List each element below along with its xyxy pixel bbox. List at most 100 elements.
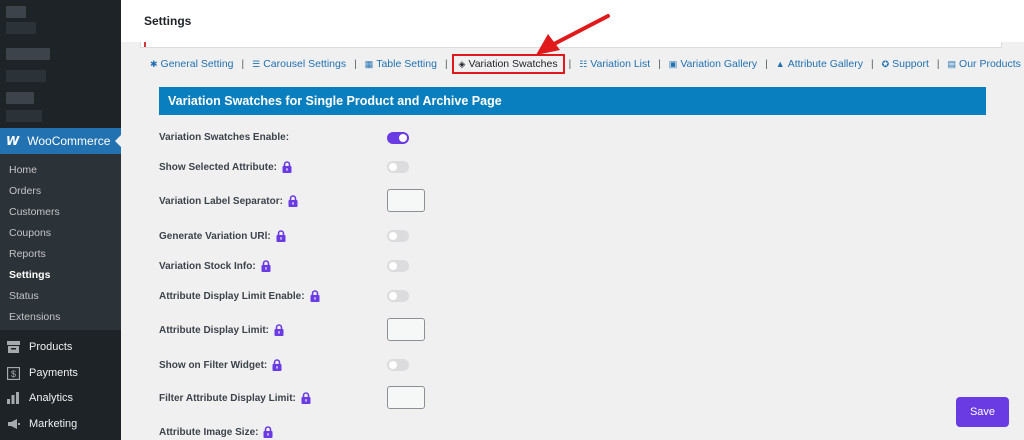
setting-label-text: Show Selected Attribute: [159, 161, 277, 173]
lock-icon [310, 290, 320, 302]
setting-text-input[interactable] [387, 318, 425, 341]
setting-label-text: Attribute Display Limit Enable: [159, 290, 305, 302]
sidebar-item-woocommerce[interactable]: W WooCommerce [0, 128, 121, 154]
tab-label: General Setting [160, 58, 234, 70]
tab-label: Table Setting [376, 58, 437, 70]
tab-separator: | [568, 58, 572, 70]
admin-sidebar: W WooCommerce Home Orders Customers Coup… [0, 0, 121, 440]
setting-label-text: Show on Filter Widget: [159, 359, 268, 371]
image-icon: ▣ [668, 58, 678, 69]
setting-toggle[interactable] [387, 290, 409, 302]
tab-separator: | [870, 58, 874, 70]
tab-label: Variation Gallery [680, 58, 758, 70]
tab-attribute-gallery[interactable]: ▲ Attribute Gallery [776, 58, 863, 70]
sidebar-item-products[interactable]: Products [0, 334, 121, 360]
sidebar-item-label: WooCommerce [27, 134, 111, 148]
setting-label: Show on Filter Widget: [159, 359, 282, 371]
tab-separator: | [936, 58, 940, 70]
sliders-icon: ☰ [252, 58, 261, 69]
submenu-item-home[interactable]: Home [9, 164, 37, 176]
setting-label: Variation Stock Info: [159, 260, 271, 272]
submenu-item-status[interactable]: Status [9, 290, 39, 302]
submenu-item-orders[interactable]: Orders [9, 185, 41, 197]
sidebar-item-label: Marketing [29, 418, 78, 430]
setting-text-input[interactable] [387, 386, 425, 409]
tab-our-products[interactable]: ▤ Our Products [948, 58, 1021, 70]
setting-toggle[interactable] [387, 161, 409, 173]
tab-label: Our Products [959, 58, 1021, 70]
dollar-icon: $ [6, 366, 20, 380]
woocommerce-logo-icon: W [6, 134, 20, 148]
setting-label-text: Variation Label Separator: [159, 195, 283, 207]
setting-toggle[interactable] [387, 132, 409, 144]
blurred-menu-item [6, 110, 42, 122]
sidebar-item-label: Analytics [29, 392, 74, 404]
tab-table-setting[interactable]: ▦ Table Setting [365, 58, 437, 70]
sidebar-item-label: Payments [29, 367, 78, 379]
table-icon: ▦ [364, 58, 374, 69]
sidebar-item-payments[interactable]: $ Payments [0, 360, 121, 386]
lock-icon [274, 324, 284, 336]
page-title: Settings [144, 14, 192, 28]
sidebar-item-marketing[interactable]: Marketing [0, 411, 121, 437]
panel-accent-mark [144, 42, 146, 47]
lock-icon [263, 426, 273, 438]
blurred-menu-item [6, 6, 26, 18]
tab-separator: | [765, 58, 768, 70]
setting-label: Variation Swatches Enable: [159, 132, 289, 143]
setting-label: Attribute Display Limit Enable: [159, 290, 320, 302]
submenu-item-reports[interactable]: Reports [9, 248, 46, 260]
setting-toggle[interactable] [387, 260, 409, 272]
submenu-item-coupons[interactable]: Coupons [9, 227, 51, 239]
woocommerce-submenu: Home Orders Customers Coupons Reports Se… [0, 154, 121, 330]
lock-icon [288, 195, 298, 207]
blurred-menu-item [6, 92, 34, 104]
support-icon: ✪ [881, 58, 890, 69]
setting-label-text: Attribute Image Size: [159, 426, 259, 438]
setting-toggle[interactable] [387, 359, 409, 371]
submenu-item-customers[interactable]: Customers [9, 206, 60, 218]
setting-label-text: Attribute Display Limit: [159, 324, 270, 336]
current-menu-arrow-icon [115, 135, 121, 147]
bar-chart-icon [6, 391, 20, 405]
box-icon: ▤ [947, 58, 957, 69]
tab-label: Attribute Gallery [787, 58, 863, 70]
tab-variation-gallery[interactable]: ▣ Variation Gallery [669, 58, 757, 70]
svg-text:$: $ [10, 369, 15, 379]
blurred-menu-item [6, 70, 46, 82]
tab-label: Support [892, 58, 929, 70]
sidebar-item-analytics[interactable]: Analytics [0, 385, 121, 411]
archive-icon [6, 340, 20, 354]
gear-icon: ✱ [150, 58, 158, 69]
layers-icon: ◈ [458, 58, 466, 69]
setting-label: Attribute Display Limit: [159, 324, 284, 336]
blurred-menu-item [6, 48, 50, 60]
save-button[interactable]: Save [956, 397, 1009, 427]
setting-label: Generate Variation URl: [159, 230, 286, 242]
tab-separator: | [658, 58, 661, 70]
tab-carousel-settings[interactable]: ☰ Carousel Settings [252, 58, 346, 70]
setting-label-text: Filter Attribute Display Limit: [159, 392, 296, 404]
section-title-bar: Variation Swatches for Single Product an… [159, 87, 986, 115]
setting-label: Variation Label Separator: [159, 195, 298, 207]
setting-label: Show Selected Attribute: [159, 161, 292, 173]
lock-icon [301, 392, 311, 404]
tab-separator: | [444, 58, 448, 70]
annotation-arrow-icon [536, 14, 610, 55]
setting-label-text: Variation Swatches Enable: [159, 132, 290, 143]
megaphone-icon [6, 417, 20, 431]
sidebar-item-label: Products [29, 341, 73, 353]
lock-icon [261, 260, 271, 272]
tab-support[interactable]: ✪ Support [882, 58, 929, 70]
submenu-item-settings[interactable]: Settings [9, 269, 50, 281]
setting-label-text: Variation Stock Info: [159, 260, 256, 272]
lock-icon [282, 161, 292, 173]
lock-icon [276, 230, 286, 242]
blurred-menu-item [6, 22, 36, 34]
submenu-item-extensions[interactable]: Extensions [9, 311, 60, 323]
tab-separator: | [354, 58, 357, 70]
setting-text-input[interactable] [387, 189, 425, 212]
setting-toggle[interactable] [387, 230, 409, 242]
tab-separator: | [241, 58, 245, 70]
tab-general-setting[interactable]: ✱ General Setting [150, 58, 234, 70]
